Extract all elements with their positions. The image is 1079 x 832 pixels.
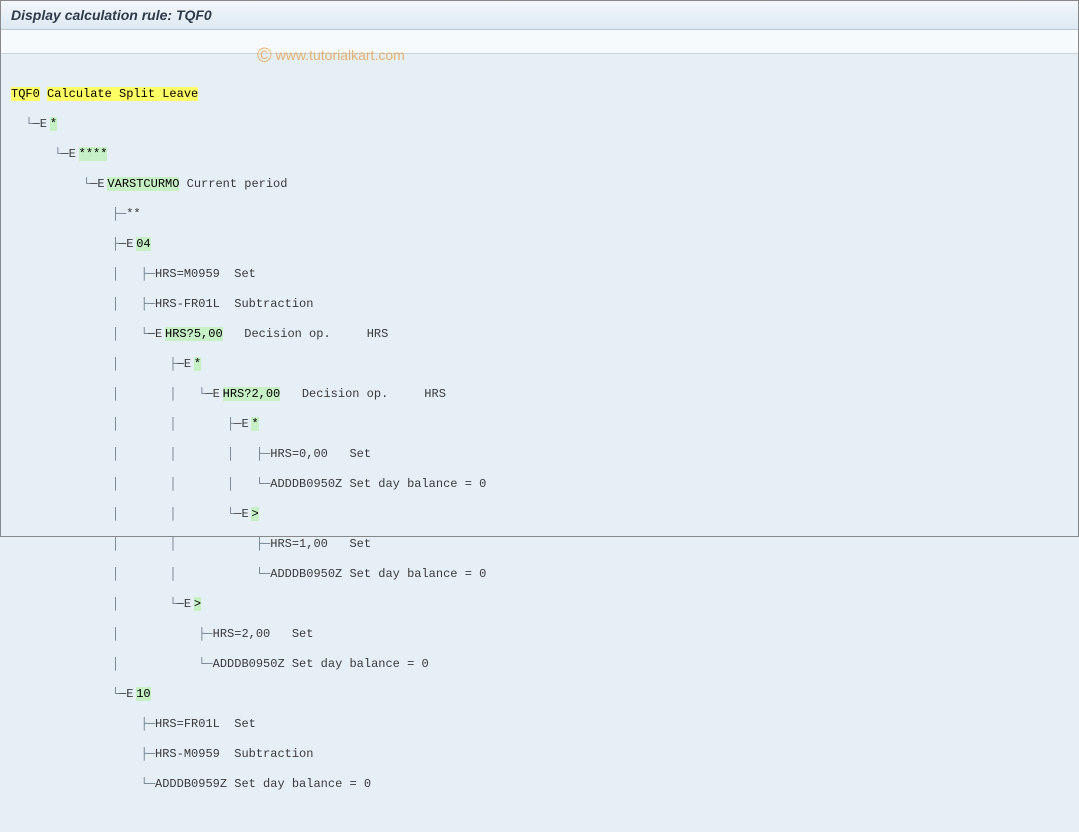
tree-node[interactable]: ├─** — [11, 207, 1068, 222]
expand-icon[interactable]: ─E — [177, 597, 187, 612]
expand-icon[interactable]: ─E — [177, 357, 187, 372]
tree-node[interactable]: │ ├─HRS-FR01L Subtraction — [11, 297, 1068, 312]
tree-node[interactable]: │ │ └─E > — [11, 507, 1068, 522]
tree-node[interactable]: │ │ │ └─ADDDB0950Z Set day balance = 0 — [11, 477, 1068, 492]
tree-node[interactable]: └─E VARSTCURMO Current period — [11, 177, 1068, 192]
tree-node[interactable]: │ ├─HRS=M0959 Set — [11, 267, 1068, 282]
tree-node[interactable]: └─ADDDB0959Z Set day balance = 0 — [11, 777, 1068, 792]
toolbar-strip — [1, 30, 1078, 54]
expand-icon[interactable]: ─E — [119, 237, 129, 252]
expand-icon[interactable]: ─E — [61, 147, 71, 162]
expand-icon[interactable]: ─E — [234, 417, 244, 432]
tree-node[interactable]: │ └─E > — [11, 597, 1068, 612]
tree-node[interactable]: ├─HRS-M0959 Subtraction — [11, 747, 1068, 762]
page-title-bar: Display calculation rule: TQF0 — [1, 1, 1078, 30]
expand-icon[interactable]: ─E — [205, 387, 215, 402]
tree-node[interactable]: └─E 10 — [11, 687, 1068, 702]
tree-node[interactable]: │ └─E HRS?5,00 Decision op. HRS — [11, 327, 1068, 342]
tree-node[interactable]: ├─HRS=FR01L Set — [11, 717, 1068, 732]
page-title: Display calculation rule: TQF0 — [11, 7, 212, 23]
expand-icon[interactable]: ─E — [119, 687, 129, 702]
tree-node[interactable]: │ │ ├─HRS=1,00 Set — [11, 537, 1068, 552]
tree-node[interactable]: │ │ │ ├─HRS=0,00 Set — [11, 447, 1068, 462]
expand-icon[interactable]: ─E — [234, 507, 244, 522]
tree-node[interactable]: │ │ └─ADDDB0950Z Set day balance = 0 — [11, 567, 1068, 582]
calc-rule-tree[interactable]: TQF0 Calculate Split Leave └─E * └─E ***… — [11, 72, 1068, 822]
tree-node[interactable]: │ └─ADDDB0950Z Set day balance = 0 — [11, 657, 1068, 672]
tree-node[interactable]: │ ├─E * — [11, 357, 1068, 372]
expand-icon[interactable]: ─E — [90, 177, 100, 192]
tree-node[interactable]: │ ├─HRS=2,00 Set — [11, 627, 1068, 642]
tree-root[interactable]: TQF0 Calculate Split Leave — [11, 87, 1068, 102]
tree-node[interactable]: │ │ └─E HRS?2,00 Decision op. HRS — [11, 387, 1068, 402]
tree-node[interactable]: └─E * — [11, 117, 1068, 132]
tree-node[interactable]: └─E **** — [11, 147, 1068, 162]
tree-node[interactable]: ├─E 04 — [11, 237, 1068, 252]
content-area: © www.tutorialkart.com TQF0 Calculate Sp… — [1, 54, 1078, 832]
expand-icon[interactable]: ─E — [148, 327, 158, 342]
expand-icon[interactable]: ─E — [33, 117, 43, 132]
tree-node[interactable]: │ │ ├─E * — [11, 417, 1068, 432]
